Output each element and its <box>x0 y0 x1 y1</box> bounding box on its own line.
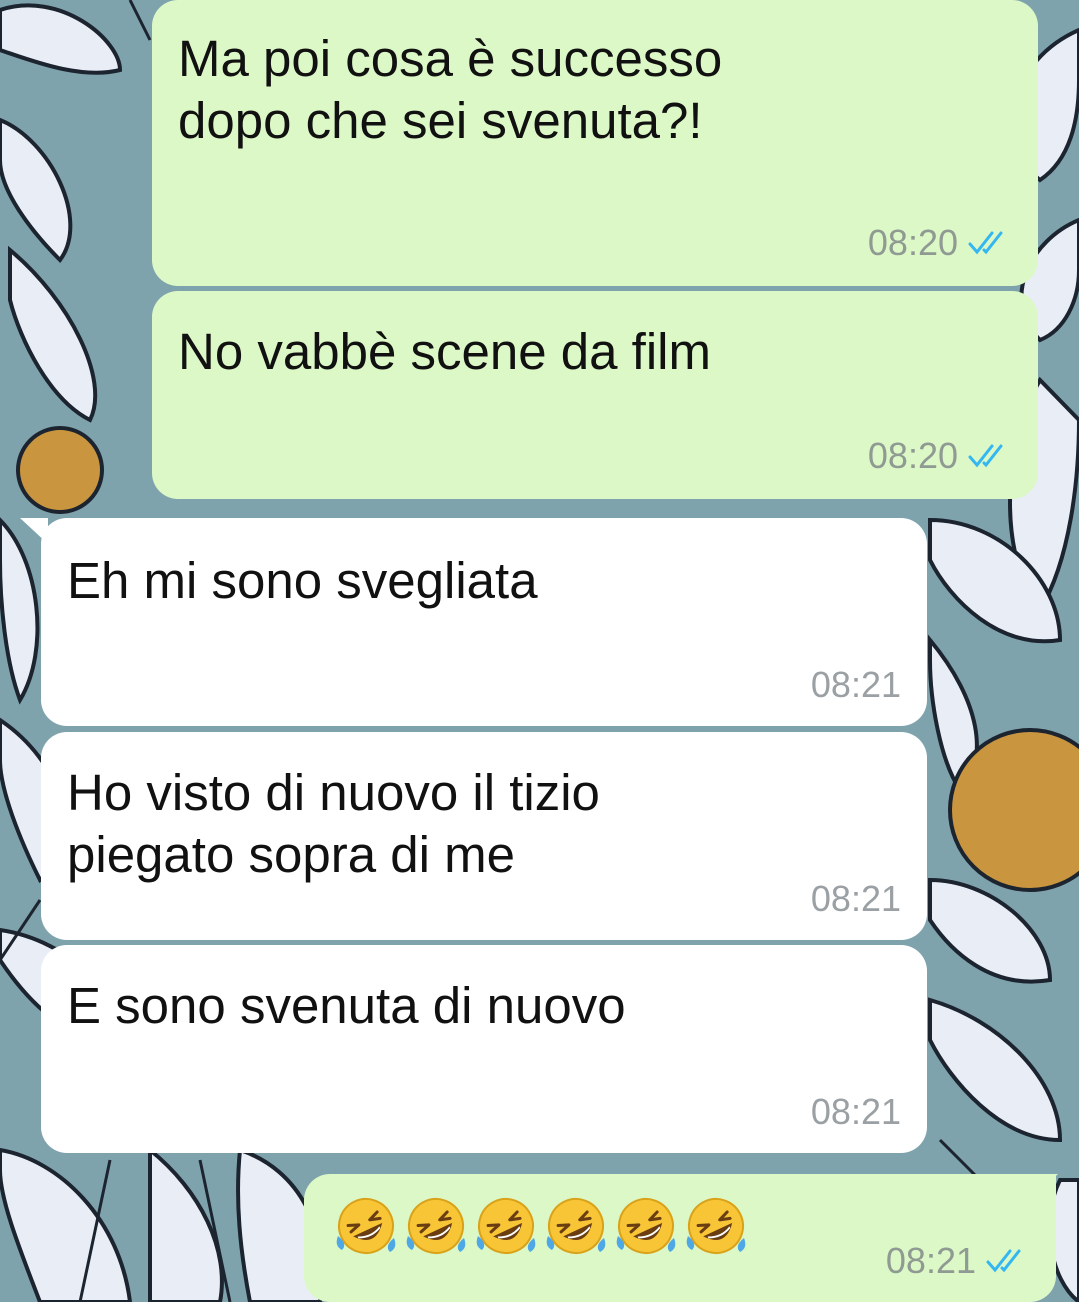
rolling-on-the-floor-laughing-emoji <box>336 1198 396 1254</box>
message-text: E sono svenuta di nuovo <box>67 977 626 1034</box>
double-check-icon <box>968 231 1003 255</box>
rolling-on-the-floor-laughing-emoji <box>476 1198 536 1254</box>
incoming-message[interactable]: Ho visto di nuovo il tizio piegato sopra… <box>41 732 927 940</box>
double-check-icon <box>968 444 1003 468</box>
emoji-row <box>334 1194 748 1258</box>
message-time: 08:21 <box>885 1240 976 1281</box>
message-time: 08:21 <box>810 878 901 919</box>
message-text: Eh mi sono svegliata <box>67 552 538 609</box>
message-text: No vabbè scene da film <box>178 323 711 380</box>
message-time: 08:21 <box>810 1091 901 1132</box>
double-check-icon <box>986 1249 1021 1273</box>
message-time: 08:20 <box>867 435 958 476</box>
outgoing-message[interactable]: 08:21 <box>304 1174 1056 1302</box>
incoming-message[interactable]: Eh mi sono svegliata 08:21 <box>41 518 927 726</box>
message-text: Ma poi cosa è successo dopo che sei sven… <box>178 30 723 149</box>
incoming-message[interactable]: E sono svenuta di nuovo 08:21 <box>41 945 927 1153</box>
rolling-on-the-floor-laughing-emoji <box>406 1198 466 1254</box>
rolling-on-the-floor-laughing-emoji <box>686 1198 746 1254</box>
message-time: 08:21 <box>810 664 901 705</box>
outgoing-message[interactable]: No vabbè scene da film 08:20 <box>152 291 1038 499</box>
message-time: 08:20 <box>867 222 958 263</box>
rolling-on-the-floor-laughing-emoji <box>546 1198 606 1254</box>
rolling-on-the-floor-laughing-emoji <box>616 1198 676 1254</box>
message-text: Ho visto di nuovo il tizio piegato sopra… <box>67 764 600 883</box>
outgoing-message[interactable]: Ma poi cosa è successo dopo che sei sven… <box>152 0 1038 286</box>
